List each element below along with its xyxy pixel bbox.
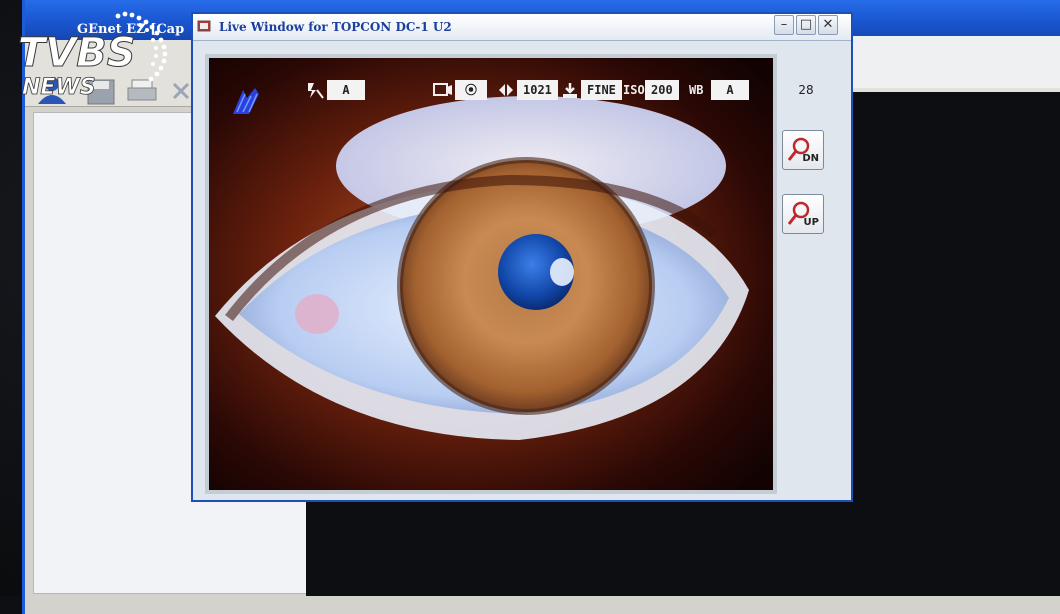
tvbs-news-text: NEWS <box>22 75 96 100</box>
iso-value: 200 <box>645 80 679 100</box>
resolution-value: 1021 <box>517 80 558 100</box>
image-quality-value: FINE <box>581 80 622 100</box>
drive-mode-icon <box>433 83 452 96</box>
live-window-titlebar[interactable]: Live Window for TOPCON DC-1 U2 – □ ✕ <box>193 14 851 41</box>
frame-counter: 28 <box>798 83 814 97</box>
live-window-title: Live Window for TOPCON DC-1 U2 <box>219 20 452 34</box>
live-camera-view[interactable]: A ⦿ 1021 FINE ISO 200 WB A <box>209 58 773 490</box>
minimize-button[interactable]: – <box>774 15 794 35</box>
tvbs-brand-text: TVBS <box>18 30 136 76</box>
zoom-down-button[interactable]: DN <box>782 130 824 170</box>
wb-label: WB <box>689 83 704 97</box>
download-icon <box>563 83 577 98</box>
zoom-up-label: UP <box>803 217 819 228</box>
parent-bottom-dark-area <box>306 496 1060 596</box>
iso-label: ISO <box>623 83 645 97</box>
camera-app-icon <box>197 20 211 32</box>
live-window-dialog: Live Window for TOPCON DC-1 U2 – □ ✕ A ⦿… <box>191 12 853 502</box>
resolution-icon <box>499 84 513 96</box>
maximize-button[interactable]: □ <box>796 15 816 35</box>
close-button[interactable]: ✕ <box>818 15 838 35</box>
flash-value: A <box>327 80 365 100</box>
flash-icon <box>308 83 324 99</box>
camera-status-icon <box>233 88 259 114</box>
tvbs-news-logo: TVBS NEWS <box>18 11 168 100</box>
wb-value: A <box>711 80 749 100</box>
zoom-down-label: DN <box>802 153 819 164</box>
parent-right-strip <box>843 36 1060 88</box>
zoom-up-button[interactable]: UP <box>782 194 824 234</box>
eye-image <box>209 58 773 490</box>
metering-icon: ⦿ <box>455 80 487 100</box>
